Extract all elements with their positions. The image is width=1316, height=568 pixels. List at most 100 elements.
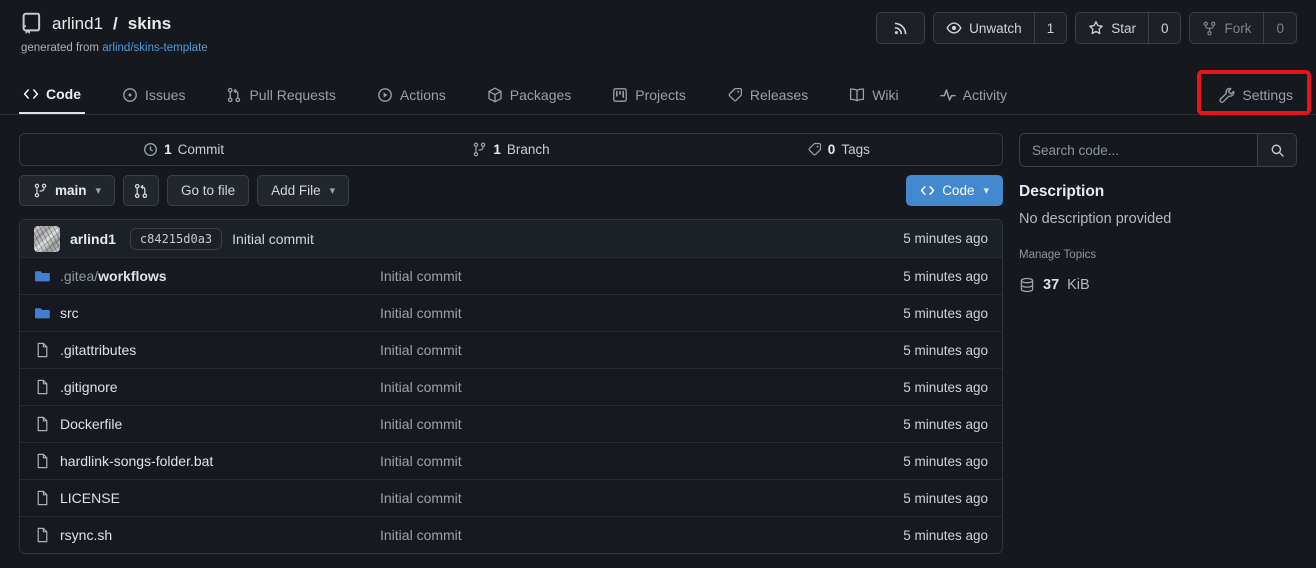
file-link[interactable]: src — [60, 305, 79, 321]
branch-selector[interactable]: main ▾ — [19, 175, 115, 206]
row-commit-message[interactable]: Initial commit — [380, 453, 828, 469]
code-icon — [920, 183, 935, 198]
tab-code[interactable]: Code — [19, 75, 85, 114]
repo-header: arlind1 / skins generated from arlind/sk… — [0, 0, 1316, 75]
go-to-file-button[interactable]: Go to file — [167, 175, 249, 206]
clock-icon — [143, 142, 158, 157]
manage-topics-link[interactable]: Manage Topics — [1019, 249, 1096, 261]
latest-commit-row: arlind1 c84215d0a3 Initial commit 5 minu… — [20, 220, 1002, 257]
table-row[interactable]: rsync.sh Initial commit 5 minutes ago — [20, 516, 1002, 553]
repo-name-link[interactable]: skins — [128, 14, 171, 34]
rss-button[interactable] — [876, 12, 925, 44]
fork-button-group: Fork 0 — [1189, 12, 1297, 44]
project-board-icon — [612, 87, 628, 103]
row-time: 5 minutes ago — [828, 528, 988, 543]
watch-count[interactable]: 1 — [1034, 13, 1067, 43]
commit-author-link[interactable]: arlind1 — [70, 231, 116, 247]
compare-button[interactable] — [123, 175, 159, 206]
rss-icon — [893, 21, 908, 36]
row-commit-message[interactable]: Initial commit — [380, 527, 828, 543]
search-icon — [1270, 143, 1285, 158]
tag-icon — [727, 87, 743, 103]
tab-actions[interactable]: Actions — [373, 75, 450, 114]
file-link[interactable]: LICENSE — [60, 490, 120, 506]
tag-icon — [807, 142, 822, 157]
table-row[interactable]: Dockerfile Initial commit 5 minutes ago — [20, 405, 1002, 442]
repo-title-separator: / — [113, 14, 118, 34]
watch-button-group: Unwatch 1 — [933, 12, 1067, 44]
tab-projects[interactable]: Projects — [608, 75, 690, 114]
package-icon — [487, 87, 503, 103]
search-button[interactable] — [1257, 134, 1296, 166]
tab-pull-requests[interactable]: Pull Requests — [222, 75, 339, 114]
table-row[interactable]: .gitignore Initial commit 5 minutes ago — [20, 368, 1002, 405]
book-icon — [849, 87, 865, 103]
row-commit-message[interactable]: Initial commit — [380, 416, 828, 432]
folder-icon — [34, 268, 50, 284]
commits-stat[interactable]: 1 Commit — [20, 134, 347, 165]
tab-settings[interactable]: Settings — [1215, 87, 1297, 103]
row-time: 5 minutes ago — [828, 417, 988, 432]
row-time: 5 minutes ago — [828, 491, 988, 506]
search-input[interactable] — [1020, 134, 1257, 166]
file-table: arlind1 c84215d0a3 Initial commit 5 minu… — [19, 219, 1003, 554]
code-download-button[interactable]: Code ▾ — [906, 175, 1003, 206]
file-link[interactable]: Dockerfile — [60, 416, 122, 432]
compare-icon — [133, 183, 149, 199]
repo-action-buttons: Unwatch 1 Star 0 Fork 0 — [876, 12, 1297, 44]
file-link[interactable]: rsync.sh — [60, 527, 112, 543]
pull-request-icon — [226, 87, 242, 103]
code-search — [1019, 133, 1297, 167]
caret-down-icon: ▾ — [330, 184, 336, 197]
file-icon — [34, 416, 50, 432]
repo-sidebar: Description No description provided Mana… — [1019, 133, 1297, 554]
tab-issues[interactable]: Issues — [118, 75, 189, 114]
tab-activity[interactable]: Activity — [936, 75, 1011, 114]
row-commit-message[interactable]: Initial commit — [380, 490, 828, 506]
branches-stat[interactable]: 1 Branch — [347, 134, 674, 165]
repo-owner-link[interactable]: arlind1 — [52, 14, 103, 34]
row-time: 5 minutes ago — [828, 380, 988, 395]
caret-down-icon: ▾ — [983, 184, 989, 197]
star-count[interactable]: 0 — [1148, 13, 1181, 43]
pulse-icon — [940, 87, 956, 103]
avatar[interactable] — [34, 226, 60, 252]
table-row[interactable]: hardlink-songs-folder.bat Initial commit… — [20, 442, 1002, 479]
tab-packages[interactable]: Packages — [483, 75, 575, 114]
commit-time: 5 minutes ago — [828, 231, 988, 246]
table-row[interactable]: .gitea/workflows Initial commit 5 minute… — [20, 257, 1002, 294]
file-toolbar: main ▾ Go to file Add File ▾ Code ▾ — [19, 175, 1003, 206]
table-row[interactable]: src Initial commit 5 minutes ago — [20, 294, 1002, 331]
fork-button[interactable]: Fork — [1190, 13, 1263, 43]
play-circle-icon — [377, 87, 393, 103]
repo-stats-bar: 1 Commit 1 Branch 0 Tags — [19, 133, 1003, 166]
row-commit-message[interactable]: Initial commit — [380, 342, 828, 358]
add-file-button[interactable]: Add File ▾ — [257, 175, 349, 206]
tools-icon — [1219, 87, 1235, 103]
file-link[interactable]: hardlink-songs-folder.bat — [60, 453, 213, 469]
row-time: 5 minutes ago — [828, 343, 988, 358]
file-icon — [34, 342, 50, 358]
file-link[interactable]: .gitignore — [60, 379, 118, 395]
row-time: 5 minutes ago — [828, 269, 988, 284]
row-time: 5 minutes ago — [828, 454, 988, 469]
row-commit-message[interactable]: Initial commit — [380, 305, 828, 321]
template-repo-link[interactable]: arlind/skins-template — [102, 42, 207, 54]
fork-count[interactable]: 0 — [1263, 13, 1296, 43]
row-commit-message[interactable]: Initial commit — [380, 379, 828, 395]
table-row[interactable]: LICENSE Initial commit 5 minutes ago — [20, 479, 1002, 516]
file-link[interactable]: .gitattributes — [60, 342, 136, 358]
tab-releases[interactable]: Releases — [723, 75, 812, 114]
caret-down-icon: ▾ — [96, 184, 102, 197]
row-commit-message[interactable]: Initial commit — [380, 268, 828, 284]
star-button[interactable]: Star — [1076, 13, 1148, 43]
commit-message-link[interactable]: Initial commit — [232, 231, 314, 247]
issue-icon — [122, 87, 138, 103]
tags-stat[interactable]: 0 Tags — [675, 134, 1002, 165]
commit-hash-badge[interactable]: c84215d0a3 — [130, 228, 222, 250]
unwatch-button[interactable]: Unwatch — [934, 13, 1034, 43]
tab-wiki[interactable]: Wiki — [845, 75, 902, 114]
table-row[interactable]: .gitattributes Initial commit 5 minutes … — [20, 331, 1002, 368]
file-link[interactable]: .gitea/workflows — [60, 268, 167, 284]
eye-icon — [946, 20, 962, 36]
